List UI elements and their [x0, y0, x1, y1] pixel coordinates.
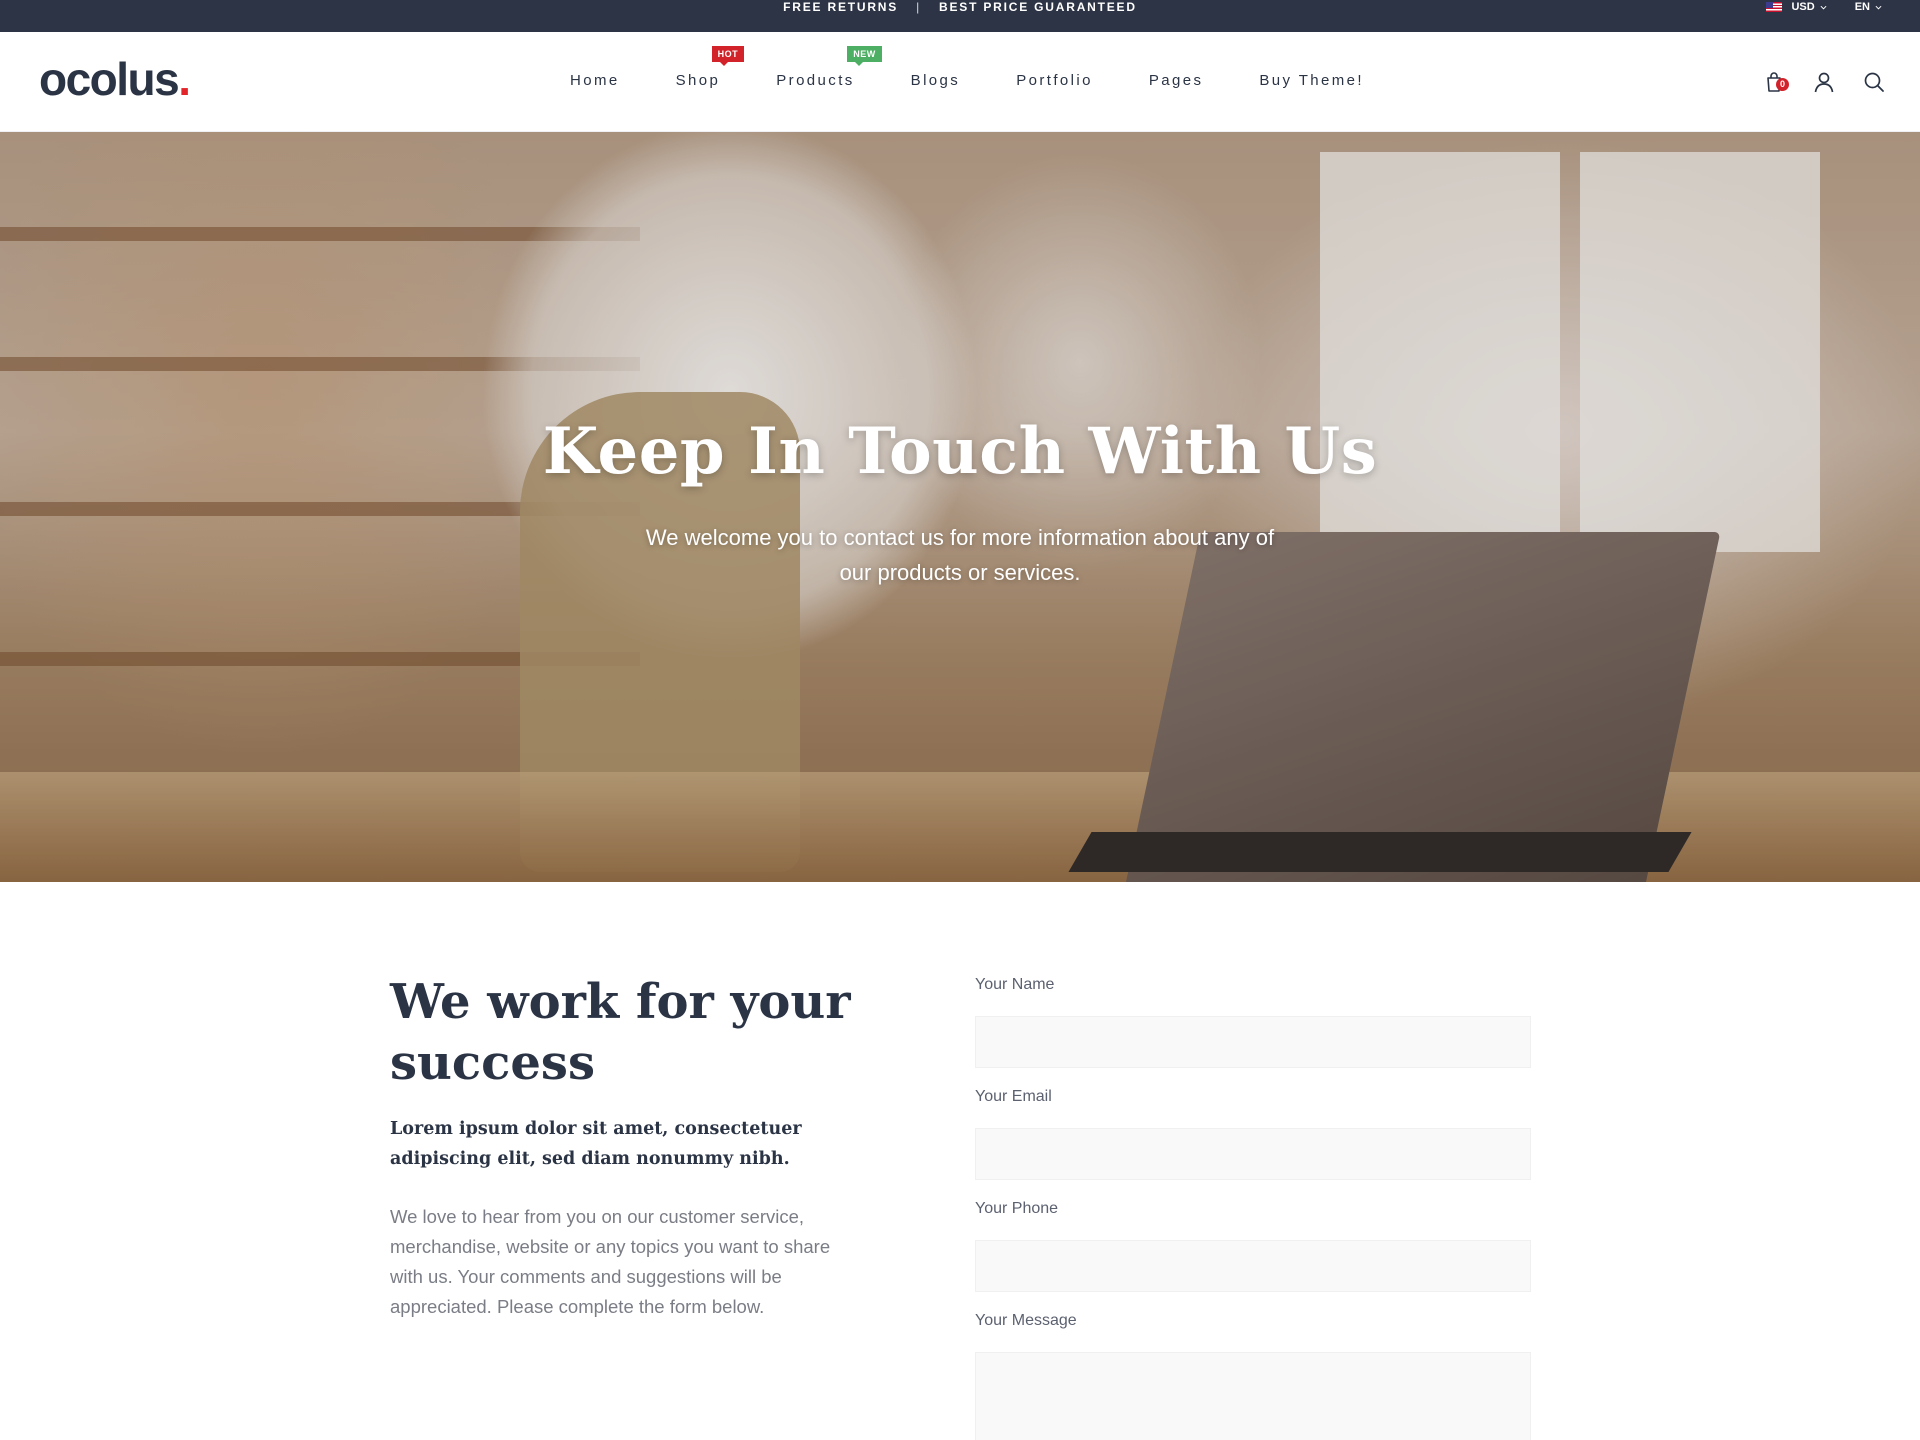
- header-actions: 0: [1736, 70, 1886, 94]
- name-field[interactable]: [975, 1016, 1531, 1068]
- logo-dot: .: [178, 53, 191, 105]
- nav-item-home[interactable]: Home: [570, 72, 620, 89]
- language-label: EN: [1854, 1, 1870, 13]
- phone-field[interactable]: [975, 1240, 1531, 1292]
- intro-heading: We work for your success: [390, 974, 851, 1091]
- top-announcement-bar: FREE RETURNS | BEST PRICE GUARANTEED USD…: [0, 0, 1920, 32]
- promo-separator: |: [916, 0, 922, 14]
- hero-title: Keep In Touch With Us: [542, 414, 1378, 489]
- nav-item-pages[interactable]: Pages: [1149, 72, 1204, 89]
- locale-selectors: USD EN: [1738, 0, 1882, 14]
- promo-best-price: BEST PRICE GUARANTEED: [939, 0, 1137, 14]
- nav-item-portfolio[interactable]: Portfolio: [1016, 72, 1093, 89]
- nav-item-label: Buy Theme!: [1259, 72, 1364, 89]
- hot-badge: HOT: [711, 46, 745, 66]
- message-label: Your Message: [975, 1312, 1077, 1329]
- name-label: Your Name: [975, 976, 1055, 993]
- nav-item-label: Products: [776, 72, 855, 89]
- nav-item-shop[interactable]: HOT Shop: [675, 46, 745, 89]
- main-navigation: Home HOT Shop NEW Products Blogs Portfol…: [570, 46, 1364, 89]
- us-flag-icon: [1766, 2, 1783, 12]
- currency-label: USD: [1791, 1, 1815, 13]
- user-icon: [1814, 72, 1834, 93]
- hero-banner: Keep In Touch With Us We welcome you to …: [0, 132, 1920, 882]
- chevron-down-icon: [1875, 5, 1882, 9]
- nav-item-blogs[interactable]: Blogs: [911, 72, 961, 89]
- nav-item-label: Pages: [1148, 72, 1204, 89]
- contact-form: Your Name Your Email Your Phone Your Mes…: [975, 976, 1531, 1440]
- new-badge: NEW: [847, 46, 882, 66]
- nav-item-label: Portfolio: [1016, 72, 1093, 89]
- email-label: Your Email: [975, 1088, 1052, 1105]
- promo-free-returns: FREE RETURNS: [783, 0, 899, 14]
- nav-item-label: Blogs: [910, 72, 961, 89]
- site-header: ocolus. Home HOT Shop NEW Products Blogs…: [0, 32, 1920, 132]
- nav-item-buy-theme[interactable]: Buy Theme!: [1259, 72, 1364, 89]
- phone-label: Your Phone: [975, 1200, 1059, 1217]
- nav-item-label: Home: [570, 72, 620, 89]
- intro-lead: Lorem ipsum dolor sit amet, consectetuer…: [390, 1119, 802, 1169]
- chevron-down-icon: [1820, 5, 1827, 9]
- search-button[interactable]: [1862, 70, 1886, 94]
- nav-item-label: Shop: [675, 72, 721, 89]
- search-icon: [1864, 72, 1884, 92]
- account-button[interactable]: [1812, 70, 1836, 94]
- contact-intro: We work for your success Lorem ipsum dol…: [390, 972, 860, 1322]
- language-selector[interactable]: EN: [1855, 1, 1882, 13]
- currency-selector[interactable]: USD: [1766, 1, 1827, 13]
- logo-text: ocolus: [39, 53, 180, 105]
- cart-count-badge: 0: [1776, 78, 1789, 91]
- hero-subtitle: We welcome you to contact us for more in…: [645, 525, 1275, 585]
- message-textarea[interactable]: [975, 1352, 1531, 1440]
- email-field[interactable]: [975, 1128, 1531, 1180]
- cart-button[interactable]: 0: [1762, 70, 1789, 94]
- intro-body: We love to hear from you on our customer…: [390, 1206, 831, 1317]
- promo-strip: FREE RETURNS | BEST PRICE GUARANTEED: [0, 0, 1920, 32]
- site-logo[interactable]: ocolus.: [39, 52, 191, 106]
- nav-item-products[interactable]: NEW Products: [776, 46, 882, 89]
- hero-overlay: [0, 132, 1920, 882]
